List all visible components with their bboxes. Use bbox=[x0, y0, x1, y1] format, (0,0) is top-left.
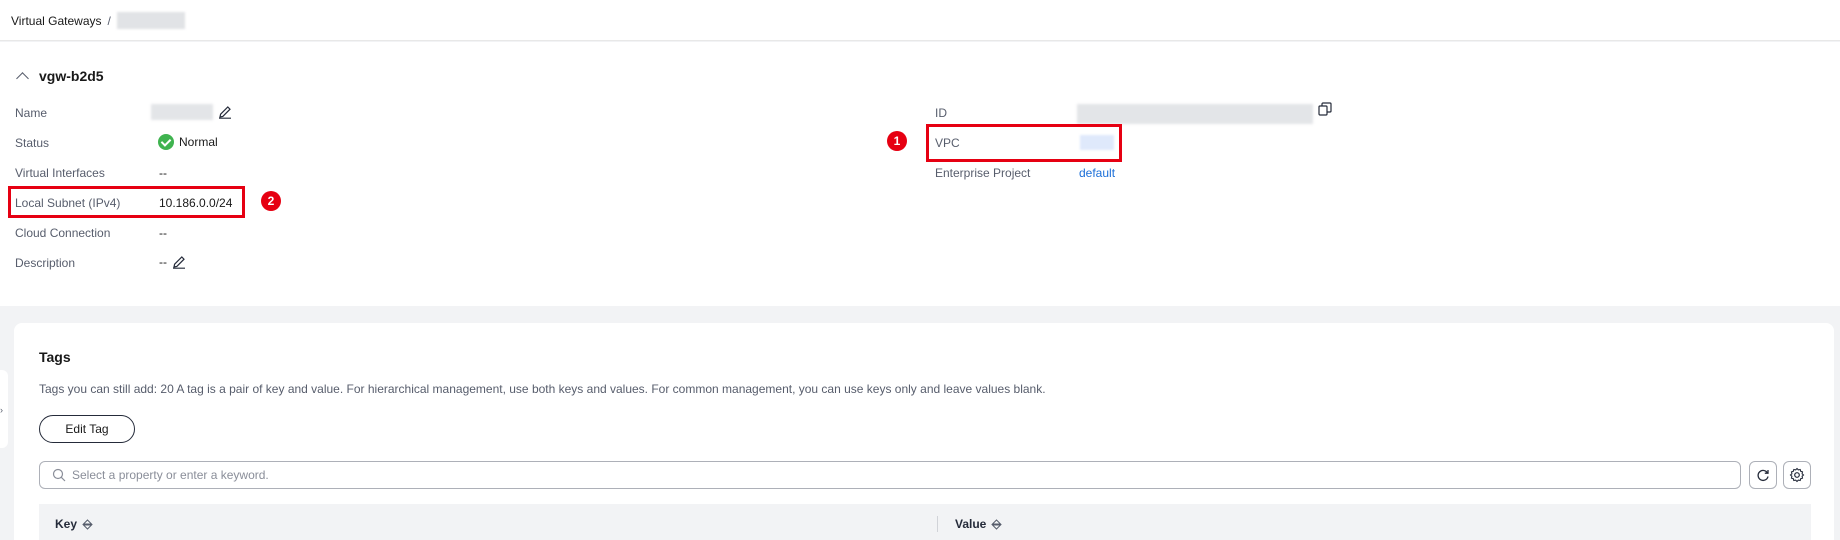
virtual-interfaces-label: Virtual Interfaces bbox=[15, 166, 105, 180]
description-text: -- bbox=[159, 255, 167, 269]
search-input[interactable] bbox=[72, 468, 1740, 482]
search-icon bbox=[52, 468, 66, 482]
description-value: -- bbox=[159, 254, 187, 270]
tags-title: Tags bbox=[39, 349, 71, 365]
column-divider bbox=[937, 516, 938, 532]
sort-icon bbox=[82, 518, 93, 530]
column-value[interactable]: Value bbox=[955, 517, 1003, 531]
breadcrumb-virtual-gateways[interactable]: Virtual Gateways bbox=[11, 14, 102, 28]
edit-icon[interactable] bbox=[217, 104, 233, 120]
enterprise-project-label: Enterprise Project bbox=[935, 166, 1031, 180]
tag-search-box[interactable] bbox=[39, 461, 1741, 489]
edit-icon[interactable] bbox=[171, 254, 187, 270]
name-redacted bbox=[151, 104, 213, 120]
settings-button[interactable] bbox=[1783, 461, 1811, 489]
refresh-button[interactable] bbox=[1749, 461, 1777, 489]
local-subnet-highlight bbox=[8, 186, 245, 218]
side-collapse-tab[interactable]: › bbox=[0, 370, 8, 448]
status-label: Status bbox=[15, 136, 50, 150]
cloud-connection-label: Cloud Connection bbox=[15, 226, 111, 240]
column-key[interactable]: Key bbox=[55, 517, 93, 531]
tags-card: Tags Tags you can still add: 20 A tag is… bbox=[14, 323, 1834, 540]
tags-description: Tags you can still add: 20 A tag is a pa… bbox=[39, 382, 1046, 396]
chevron-right-icon: › bbox=[0, 405, 3, 415]
section-header: vgw-b2d5 bbox=[15, 68, 104, 85]
copy-icon[interactable] bbox=[1318, 102, 1332, 116]
breadcrumb: Virtual Gateways / bbox=[11, 12, 185, 29]
cloud-connection-value: -- bbox=[159, 226, 167, 240]
tags-table-header: Key Value bbox=[39, 504, 1811, 540]
annotation-badge-1: 1 bbox=[887, 131, 907, 151]
gateway-title: vgw-b2d5 bbox=[39, 68, 104, 84]
description-label: Description bbox=[15, 256, 76, 270]
id-label: ID bbox=[935, 106, 947, 120]
status-value: Normal bbox=[158, 134, 218, 150]
gateway-detail-panel: vgw-b2d5 Name Status Normal Virtual Inte… bbox=[0, 42, 1840, 306]
vpc-highlight bbox=[926, 124, 1122, 162]
breadcrumb-separator: / bbox=[107, 13, 111, 28]
annotation-badge-2: 2 bbox=[261, 191, 281, 211]
sort-icon bbox=[991, 518, 1003, 530]
name-label: Name bbox=[15, 106, 48, 120]
breadcrumb-bar: Virtual Gateways / bbox=[0, 0, 1840, 41]
column-key-label: Key bbox=[55, 517, 78, 531]
gear-icon bbox=[1789, 467, 1805, 483]
column-value-label: Value bbox=[955, 517, 987, 531]
virtual-interfaces-value: -- bbox=[159, 166, 167, 180]
check-circle-icon bbox=[158, 134, 174, 150]
name-value bbox=[151, 104, 233, 120]
edit-tag-button[interactable]: Edit Tag bbox=[39, 415, 135, 443]
status-text: Normal bbox=[179, 135, 218, 149]
id-value-redacted bbox=[1077, 104, 1313, 124]
breadcrumb-current-redacted bbox=[116, 12, 185, 29]
refresh-icon bbox=[1757, 469, 1769, 482]
chevron-up-icon[interactable] bbox=[16, 72, 29, 85]
enterprise-project-link[interactable]: default bbox=[1079, 166, 1115, 180]
